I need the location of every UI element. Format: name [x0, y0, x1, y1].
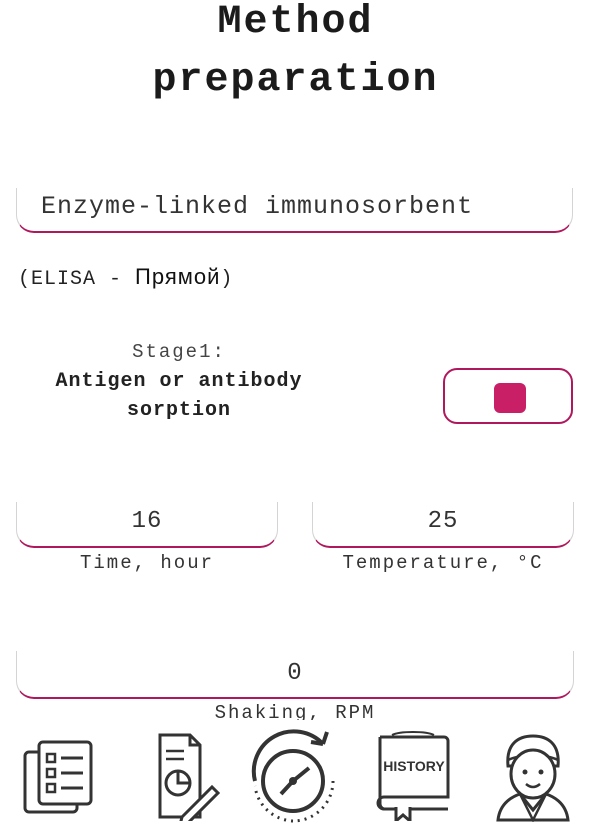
nav-checklist-button[interactable]: [4, 720, 114, 831]
history-label: HISTORY: [383, 758, 445, 774]
doctor-avatar-icon: [496, 733, 570, 822]
nav-profile-button[interactable]: [478, 720, 588, 831]
method-value: Enzyme-linked immunosorbent: [41, 192, 474, 221]
method-subtype-prefix: (ELISA -: [18, 268, 136, 291]
time-value: 16: [131, 508, 163, 535]
bottom-nav: HISTORY: [0, 720, 591, 831]
stage-name-line2: sorption: [126, 399, 231, 422]
stage-toggle-knob: [494, 383, 526, 413]
timer-icon: [251, 728, 335, 822]
time-label: Time, hour: [79, 552, 215, 574]
nav-timer-button[interactable]: [238, 720, 348, 831]
checklist-icon: [23, 740, 93, 813]
method-subtype-suffix: ): [220, 268, 234, 291]
nav-history-button[interactable]: HISTORY: [358, 720, 468, 831]
method-field[interactable]: Enzyme-linked immunosorbent: [16, 188, 573, 233]
temperature-label: Temperature, °C: [342, 552, 544, 574]
shaking-value: 0: [287, 660, 303, 687]
report-icon: [158, 733, 220, 821]
method-subtype: (ELISA - Прямой): [18, 264, 233, 291]
shaking-field[interactable]: 0: [16, 651, 574, 699]
stage-toggle[interactable]: [443, 368, 573, 424]
stage-label: Stage1:: [132, 341, 226, 363]
method-subtype-name: Прямой: [135, 264, 221, 289]
nav-report-button[interactable]: [124, 720, 234, 831]
stage-name-line1: Antigen or antibody: [55, 370, 303, 393]
history-book-icon: HISTORY: [376, 730, 450, 821]
temperature-value: 25: [427, 508, 459, 535]
temperature-field[interactable]: 25: [312, 502, 574, 548]
time-field[interactable]: 16: [16, 502, 278, 548]
page-title-line2: preparation: [152, 58, 439, 103]
page-title-line1: Method: [217, 0, 374, 45]
